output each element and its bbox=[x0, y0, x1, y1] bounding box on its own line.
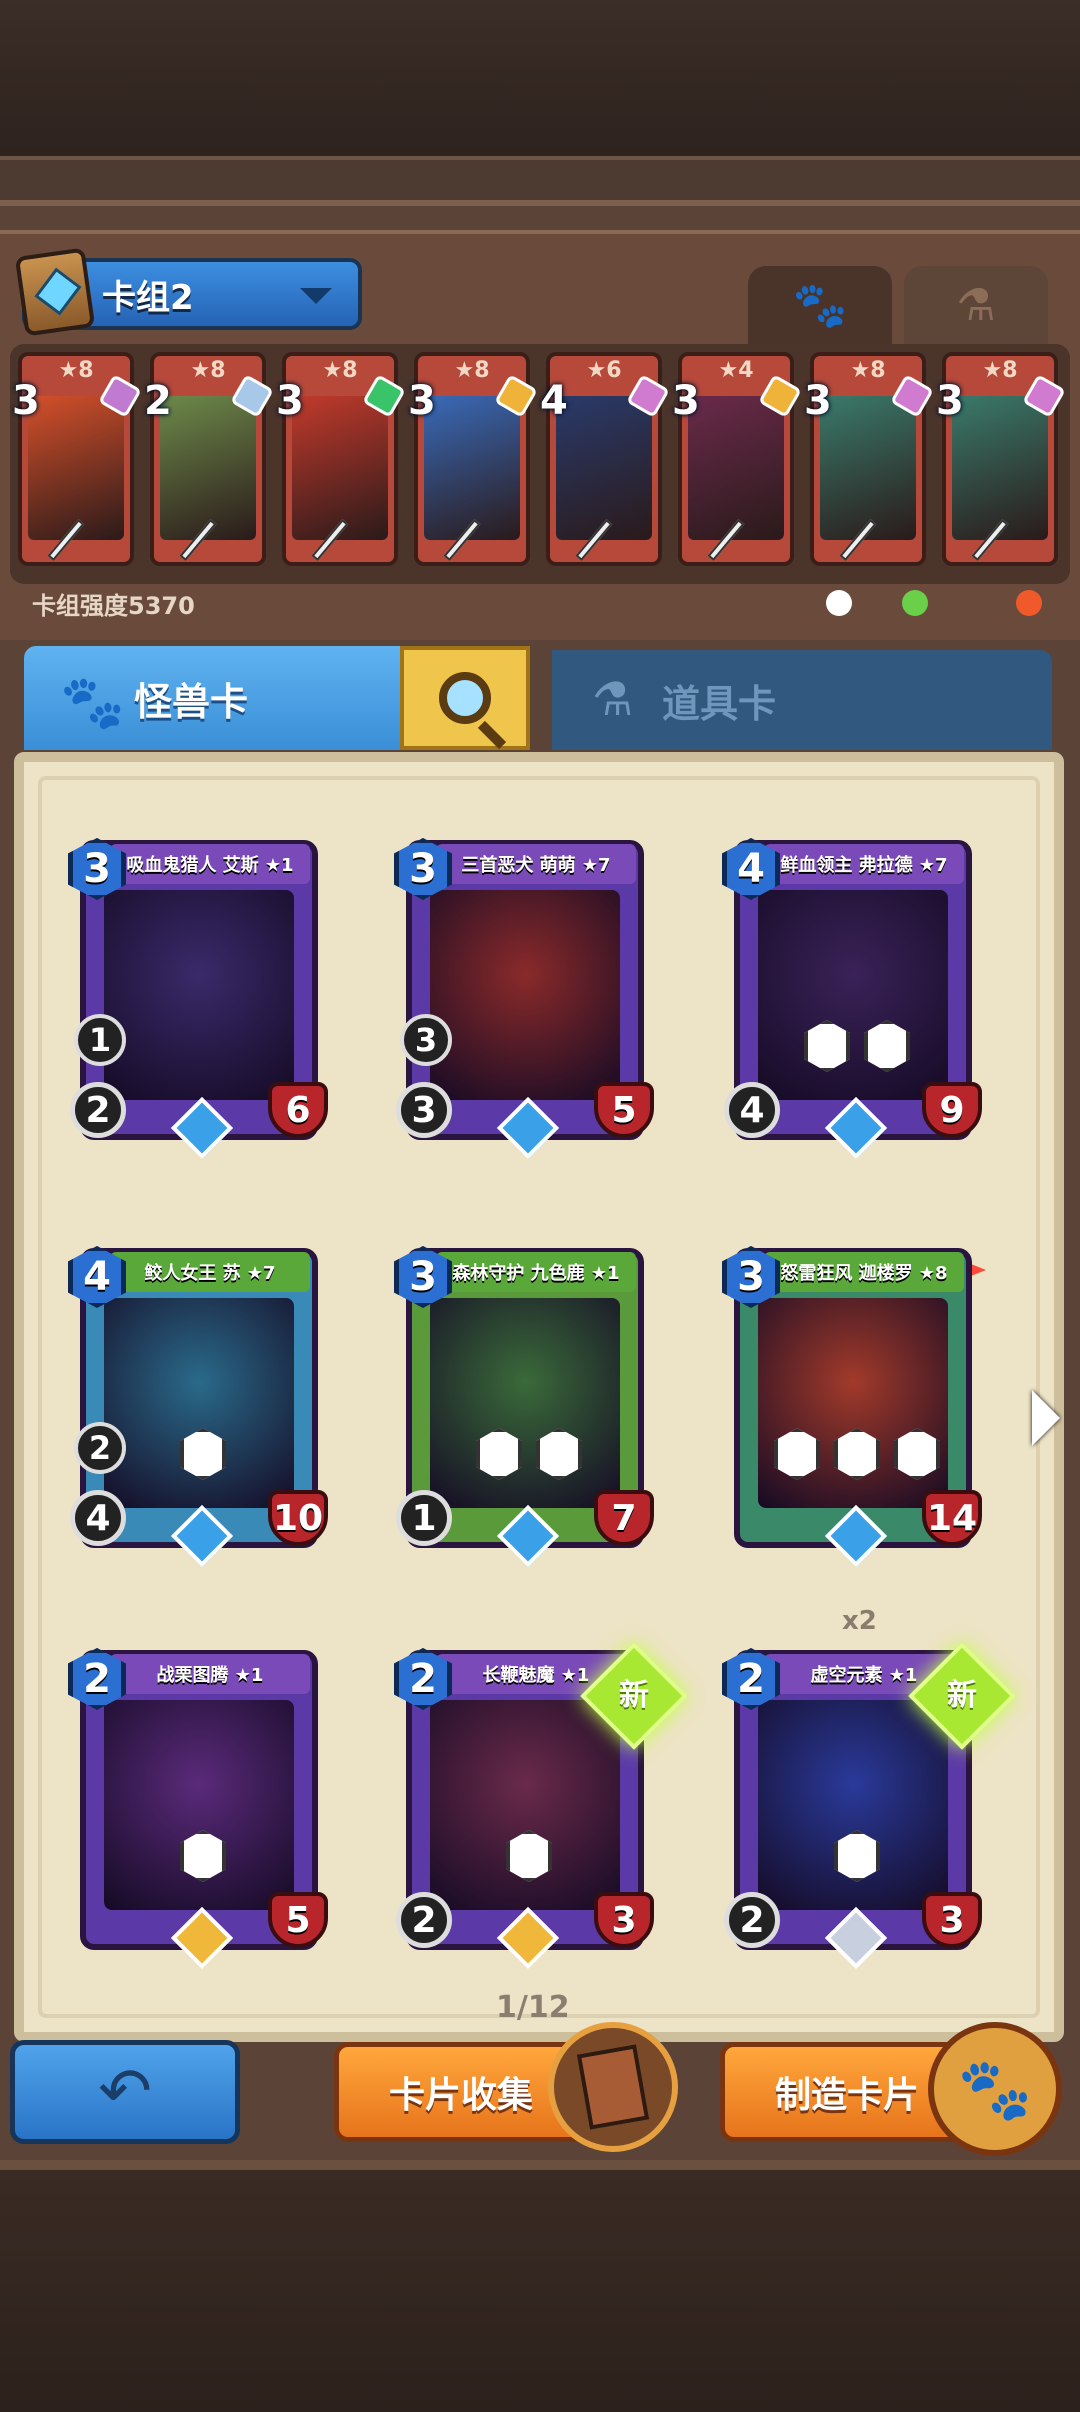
monster-card[interactable]: 鲛人女王 苏 ★7 4 4 2 10 bbox=[68, 1228, 328, 1568]
health-stat: 7 bbox=[594, 1490, 654, 1546]
card-album-icon[interactable] bbox=[548, 2022, 678, 2152]
element-filter-icon[interactable] bbox=[864, 590, 890, 616]
deck-card[interactable]: ★6 4 bbox=[540, 352, 670, 566]
deck-name: 卡组2 bbox=[102, 277, 194, 318]
monster-card[interactable]: 长鞭魅魔 ★1 2 2 3 新 bbox=[394, 1630, 688, 1970]
card-cost: 3 bbox=[936, 378, 964, 424]
tab-item-deck[interactable]: ⚗ bbox=[904, 266, 1048, 344]
card-cost: 3 bbox=[804, 378, 832, 424]
book-icon bbox=[14, 247, 96, 337]
search-icon bbox=[439, 672, 491, 724]
paw-icon: 🐾 bbox=[60, 673, 125, 733]
monster-card[interactable]: 怒雷狂风 迦楼罗 ★8 3 14 bbox=[722, 1228, 982, 1568]
card-art bbox=[28, 396, 124, 540]
page-indicator: 1/12 bbox=[496, 1990, 570, 2025]
card-name: 三首恶犬 萌萌 ★7 bbox=[436, 844, 636, 884]
speed-stat: 2 bbox=[74, 1422, 126, 1474]
card-art bbox=[104, 890, 294, 1100]
speed-stat: 3 bbox=[400, 1014, 452, 1066]
tab-monster-label: 怪兽卡 bbox=[134, 679, 249, 724]
monster-card[interactable]: 吸血鬼猎人 艾斯 ★1 3 2 1 6 bbox=[68, 820, 328, 1160]
tab-items-label: 道具卡 bbox=[662, 681, 777, 726]
card-cost: 3 bbox=[12, 378, 40, 424]
deck-card[interactable]: ★8 3 bbox=[276, 352, 406, 566]
bottom-background bbox=[0, 2160, 1080, 2412]
health-stat: 3 bbox=[594, 1892, 654, 1948]
attack-stat: 3 bbox=[396, 1082, 452, 1138]
card-cost: 3 bbox=[408, 378, 436, 424]
paw-potion-icon[interactable]: 🐾 bbox=[928, 2022, 1062, 2156]
monster-card[interactable]: 鲜血领主 弗拉德 ★7 4 4 9 bbox=[722, 820, 982, 1160]
card-cost: 3 bbox=[276, 378, 304, 424]
card-art bbox=[688, 396, 784, 540]
monster-card[interactable]: 三首恶犬 萌萌 ★7 3 3 3 5 bbox=[394, 820, 654, 1160]
attack-stat: 4 bbox=[70, 1490, 126, 1546]
card-name: 鲛人女王 苏 ★7 bbox=[110, 1252, 310, 1292]
element-filter-icon[interactable] bbox=[978, 590, 1004, 616]
speed-stat: 1 bbox=[74, 1014, 126, 1066]
attack-stat: 2 bbox=[70, 1082, 126, 1138]
health-stat: 6 bbox=[268, 1082, 328, 1138]
search-button[interactable] bbox=[400, 646, 530, 750]
card-grid bbox=[0, 0, 1080, 1]
card-name: 吸血鬼猎人 艾斯 ★1 bbox=[110, 844, 310, 884]
deck-card[interactable]: ★8 2 bbox=[144, 352, 274, 566]
attack-stat: 2 bbox=[724, 1892, 780, 1948]
monster-card[interactable]: 战栗图腾 ★1 2 5 bbox=[68, 1630, 328, 1970]
deck-card[interactable]: ★8 3 bbox=[12, 352, 142, 566]
deck-card-row: ★8 3 ★8 2 ★8 3 ★8 3 ★6 4 ★4 3 ★8 3 ★8 3 bbox=[10, 344, 1070, 584]
back-button[interactable]: ↶ bbox=[10, 2040, 240, 2144]
chevron-right-icon[interactable] bbox=[1032, 1390, 1060, 1446]
card-art bbox=[424, 396, 520, 540]
card-cost: 2 bbox=[144, 378, 172, 424]
card-art bbox=[292, 396, 388, 540]
card-art bbox=[820, 396, 916, 540]
element-filter-icon[interactable] bbox=[1016, 590, 1042, 616]
deck-card[interactable]: ★8 3 bbox=[804, 352, 934, 566]
potion-icon: ⚗ bbox=[592, 672, 634, 726]
attack-stat: 2 bbox=[396, 1892, 452, 1948]
deck-card[interactable]: ★8 3 bbox=[408, 352, 538, 566]
monster-card[interactable]: 森林守护 九色鹿 ★1 3 1 7 bbox=[394, 1228, 654, 1568]
card-art bbox=[556, 396, 652, 540]
card-collection-label: 卡片收集 bbox=[389, 2075, 534, 2116]
monster-card[interactable]: 虚空元素 ★1 2 2 3 新 bbox=[722, 1630, 1016, 1970]
health-stat: 14 bbox=[922, 1490, 982, 1546]
card-art bbox=[430, 1298, 620, 1508]
card-cost: 3 bbox=[672, 378, 700, 424]
card-art bbox=[430, 890, 620, 1100]
paw-icon: 🐾 bbox=[792, 280, 848, 331]
card-name: 战栗图腾 ★1 bbox=[110, 1654, 310, 1694]
top-background bbox=[0, 0, 1080, 200]
health-stat: 5 bbox=[268, 1892, 328, 1948]
attack-stat: 4 bbox=[724, 1082, 780, 1138]
new-badge-label: 新 bbox=[947, 1678, 977, 1713]
new-badge-label: 新 bbox=[619, 1678, 649, 1713]
back-arrow-icon: ↶ bbox=[98, 2055, 152, 2129]
card-art bbox=[160, 396, 256, 540]
card-name: 森林守护 九色鹿 ★1 bbox=[436, 1252, 636, 1292]
health-stat: 3 bbox=[922, 1892, 982, 1948]
craft-card-label: 制造卡片 bbox=[775, 2075, 920, 2116]
health-stat: 9 bbox=[922, 1082, 982, 1138]
element-filter-icon[interactable] bbox=[940, 590, 966, 616]
card-name: 鲜血领主 弗拉德 ★7 bbox=[764, 844, 964, 884]
deck-power-label: 卡组强度5370 bbox=[32, 592, 195, 620]
chevron-down-icon bbox=[300, 288, 332, 304]
element-filter-icon[interactable] bbox=[902, 590, 928, 616]
attack-stat: 1 bbox=[396, 1490, 452, 1546]
health-stat: 10 bbox=[268, 1490, 328, 1546]
card-art bbox=[952, 396, 1048, 540]
element-filter-icon[interactable] bbox=[826, 590, 852, 616]
card-name: 怒雷狂风 迦楼罗 ★8 bbox=[764, 1252, 964, 1292]
potion-icon: ⚗ bbox=[956, 279, 996, 331]
deck-card[interactable]: ★8 3 bbox=[936, 352, 1066, 566]
deck-card[interactable]: ★4 3 bbox=[672, 352, 802, 566]
health-stat: 5 bbox=[594, 1082, 654, 1138]
tab-monster-deck[interactable]: 🐾 bbox=[748, 266, 892, 344]
card-cost: 4 bbox=[540, 378, 568, 424]
card-art bbox=[758, 890, 948, 1100]
